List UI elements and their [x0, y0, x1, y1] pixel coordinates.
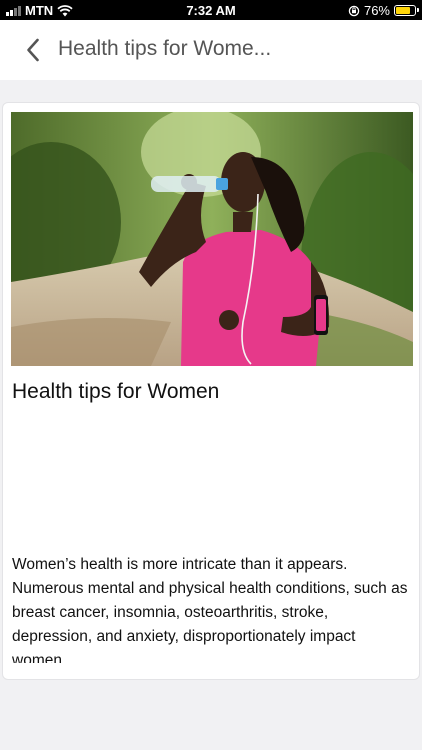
page-title: Health tips for Wome... [58, 37, 272, 60]
nav-bar: Health tips for Wome... [0, 20, 422, 80]
article-title: Health tips for Women [12, 380, 220, 403]
orientation-lock-icon [348, 5, 360, 16]
back-button[interactable] [18, 35, 48, 65]
chevron-left-icon [27, 38, 39, 62]
article-card: Health tips for Women Women’s health is … [2, 102, 420, 680]
status-bar: MTN 7:32 AM 76% [0, 0, 422, 20]
battery-percent: 76% [363, 3, 390, 18]
hero-image [11, 112, 413, 366]
battery-icon [394, 5, 419, 16]
article-body: Women’s health is more intricate than it… [12, 556, 408, 663]
battery-fill [396, 7, 410, 14]
status-right: 76% [348, 3, 419, 18]
